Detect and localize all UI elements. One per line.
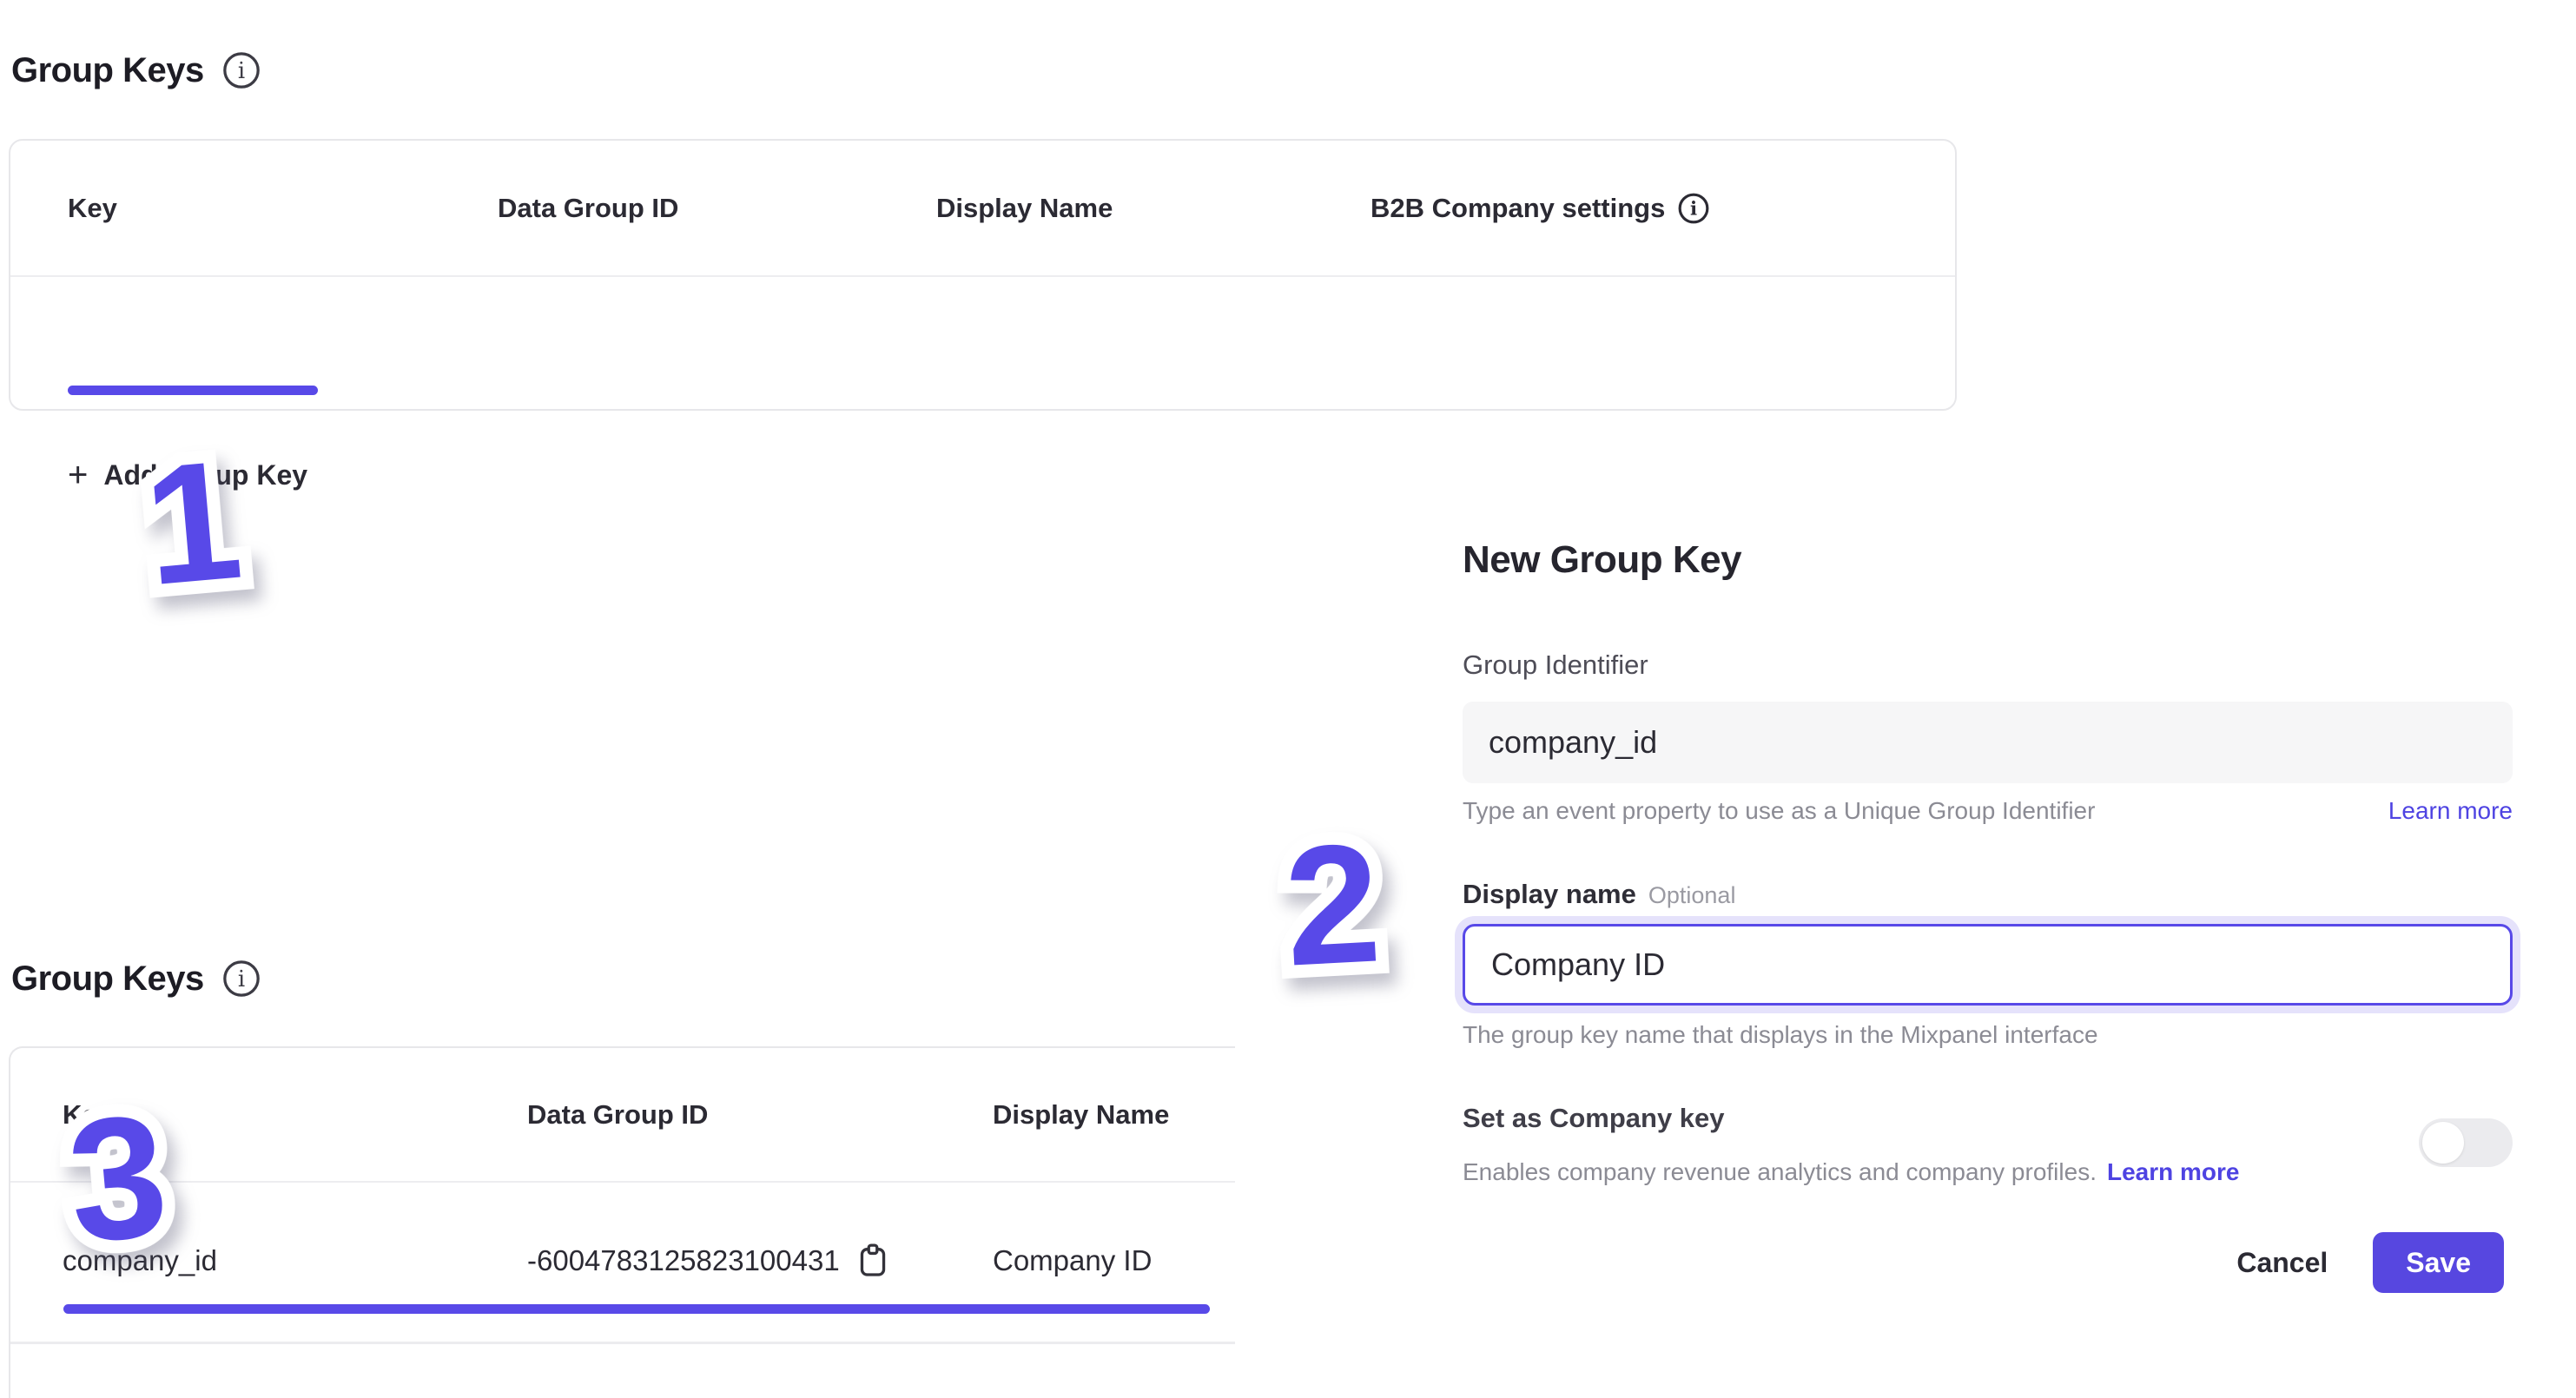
info-icon[interactable]: i (1677, 192, 1710, 225)
info-icon[interactable]: i (221, 959, 261, 999)
row-data-group-id-cell: -6004783125823100431 (527, 1243, 993, 1278)
step3-annotation-underline (63, 1304, 1210, 1314)
step-3-badge: 3 3 (62, 1089, 173, 1270)
group-identifier-label: Group Identifier (1463, 650, 1648, 681)
cancel-button[interactable]: Cancel (2236, 1247, 2328, 1279)
screenshot-canvas: Group Keys i Key Data Group ID Display N… (0, 0, 2576, 1398)
group-keys-title: Group Keys (11, 51, 204, 90)
svg-text:i: i (238, 58, 245, 84)
company-key-helper: Enables company revenue analytics and co… (1463, 1158, 2097, 1186)
toggle-knob (2422, 1122, 2464, 1164)
group-identifier-input[interactable] (1463, 702, 2513, 783)
group-keys-table-top: Key Data Group ID Display Name B2B Compa… (9, 139, 1957, 411)
svg-text:i: i (238, 966, 245, 992)
copy-icon[interactable] (859, 1243, 887, 1278)
new-group-key-form: New Group Key Group Identifier Type an e… (1463, 538, 2513, 582)
display-name-helper: The group key name that displays in the … (1463, 1021, 2098, 1049)
table-row[interactable]: company_id -6004783125823100431 Company … (10, 1222, 1235, 1300)
step-2-badge: 2 2 (1281, 818, 1384, 992)
col-header-data-group-id: Data Group ID (527, 1099, 993, 1131)
display-name-label: Display nameOptional (1463, 879, 1735, 910)
col-header-b2b-settings: B2B Company settings i (1371, 192, 1898, 225)
table-header-row: Key Data Group ID Display Name B2B Compa… (10, 141, 1955, 275)
table-divider (10, 1181, 1235, 1183)
group-keys-title: Group Keys (11, 959, 204, 999)
row-display-name-cell: Company ID (993, 1244, 1183, 1277)
optional-tag: Optional (1648, 882, 1736, 908)
save-button[interactable]: Save (2373, 1232, 2504, 1293)
display-name-helper-row: The group key name that displays in the … (1463, 1021, 2513, 1049)
company-key-label: Set as Company key (1463, 1103, 1725, 1134)
learn-more-link[interactable]: Learn more (2107, 1158, 2240, 1186)
display-name-input[interactable] (1463, 924, 2513, 1006)
group-keys-table-bottom: Key Data Group ID Display Name company_i… (9, 1046, 1235, 1398)
table-header-row: Key Data Group ID Display Name (10, 1048, 1235, 1181)
info-icon[interactable]: i (221, 50, 261, 90)
step-1-badge: 1 1 (139, 435, 248, 612)
company-key-helper-row: Enables company revenue analytics and co… (1463, 1158, 2513, 1186)
table-divider (10, 275, 1955, 277)
table-divider (10, 1342, 1235, 1344)
form-buttons: Cancel Save (2236, 1232, 2504, 1293)
group-keys-heading-bottom: Group Keys i (11, 959, 261, 999)
col-header-display-name: Display Name (993, 1099, 1183, 1131)
group-identifier-helper: Type an event property to use as a Uniqu… (1463, 797, 2095, 825)
group-identifier-helper-row: Type an event property to use as a Uniqu… (1463, 797, 2513, 825)
group-keys-heading-top: Group Keys i (11, 50, 261, 90)
svg-text:i: i (1690, 198, 1697, 220)
form-title: New Group Key (1463, 538, 2513, 582)
plus-icon: + (68, 458, 88, 492)
col-header-data-group-id: Data Group ID (498, 193, 936, 224)
learn-more-link[interactable]: Learn more (2388, 797, 2513, 825)
col-header-key: Key (68, 193, 498, 224)
step1-annotation-underline (68, 386, 318, 395)
col-header-display-name: Display Name (936, 193, 1371, 224)
